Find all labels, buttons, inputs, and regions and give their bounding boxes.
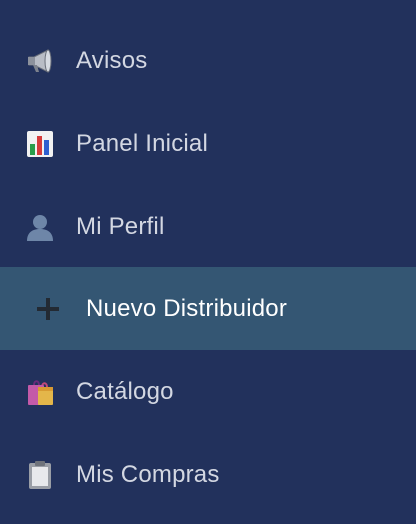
sidebar-item-label: Panel Inicial (76, 129, 209, 157)
sidebar-item-avisos[interactable]: Avisos (0, 19, 416, 102)
sidebar-item-label: Avisos (76, 46, 148, 74)
megaphone-icon (24, 45, 56, 77)
plus-icon (32, 293, 64, 325)
sidebar-nav: Avisos Panel Inicial Mi Perfil Nuevo Dis… (0, 0, 416, 524)
sidebar-item-panel-inicial[interactable]: Panel Inicial (0, 102, 416, 185)
sidebar-item-mis-compras[interactable]: Mis Compras (0, 433, 416, 516)
sidebar-item-catalogo[interactable]: Catálogo (0, 350, 416, 433)
sidebar-item-nuevo-distribuidor[interactable]: Nuevo Distribuidor (0, 267, 416, 350)
bar-chart-icon (24, 128, 56, 160)
user-icon (24, 211, 56, 243)
sidebar-item-label: Nuevo Distribuidor (86, 294, 288, 322)
sidebar-item-mi-perfil[interactable]: Mi Perfil (0, 185, 416, 268)
clipboard-icon (24, 459, 56, 491)
sidebar-item-label: Catálogo (76, 377, 174, 405)
sidebar-item-label: Mi Perfil (76, 212, 165, 240)
shopping-bags-icon (24, 376, 56, 408)
sidebar-item-label: Mis Compras (76, 460, 220, 488)
